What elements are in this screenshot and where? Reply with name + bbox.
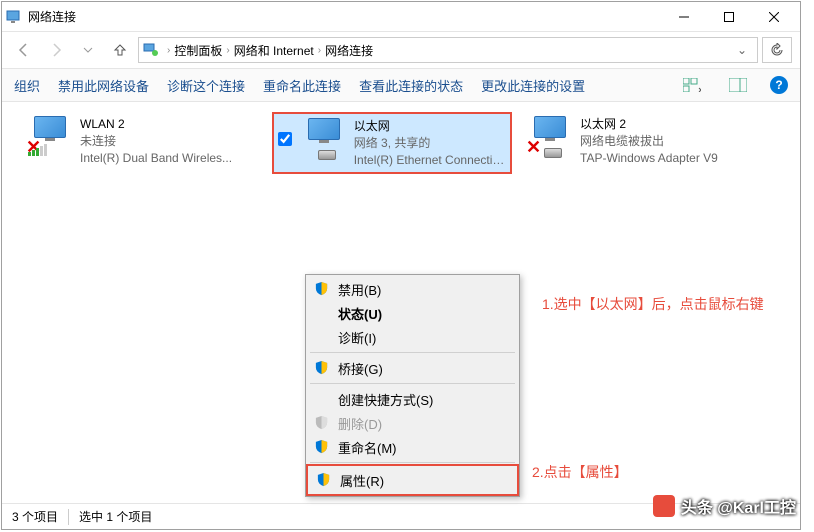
menu-label: 属性(R) (340, 471, 384, 490)
shield-icon (314, 360, 330, 376)
menu-status[interactable]: 状态(U) (308, 301, 517, 325)
toolbar-diagnose[interactable]: 诊断这个连接 (167, 76, 245, 95)
menu-shortcut[interactable]: 创建快捷方式(S) (308, 387, 517, 411)
connection-ethernet2[interactable]: ✕ 以太网 2 网络电缆被拔出 TAP-Windows Adapter V9 (522, 112, 762, 170)
selection-checkbox[interactable] (278, 118, 294, 168)
recent-dropdown[interactable] (74, 36, 102, 64)
breadcrumb-seg[interactable]: 网络和 Internet (234, 42, 314, 59)
up-button[interactable] (106, 36, 134, 64)
watermark-icon (653, 495, 675, 517)
connection-device: Intel(R) Dual Band Wireles... (80, 150, 232, 167)
menu-label: 创建快捷方式(S) (338, 390, 433, 409)
navbar: › 控制面板 › 网络和 Internet › 网络连接 ⌄ (2, 32, 800, 68)
annotation-step2: 2.点击【属性】 (532, 462, 628, 482)
connection-name: 以太网 2 (580, 116, 718, 133)
content-area: ✕ WLAN 2 未连接 Intel(R) Dual Band Wireles.… (2, 102, 800, 503)
ethernet-adapter-icon: ✕ (526, 116, 574, 160)
chevron-down-icon[interactable]: ⌄ (731, 43, 753, 57)
connection-name: 以太网 (354, 118, 506, 135)
titlebar: 网络连接 (2, 2, 800, 32)
status-count: 3 个项目 (12, 508, 58, 525)
toolbar-disable[interactable]: 禁用此网络设备 (58, 76, 149, 95)
connection-device: TAP-Windows Adapter V9 (580, 150, 718, 167)
view-icon[interactable] (678, 75, 706, 95)
app-icon (6, 9, 22, 25)
annotation-step1: 1.选中【以太网】后，点击鼠标右键 (542, 294, 764, 314)
breadcrumb-seg[interactable]: 控制面板 (174, 42, 222, 59)
menu-label: 禁用(B) (338, 280, 381, 299)
breadcrumb[interactable]: › 控制面板 › 网络和 Internet › 网络连接 ⌄ (138, 37, 758, 63)
menu-separator (310, 462, 515, 463)
preview-icon[interactable] (724, 75, 752, 95)
menu-separator (310, 383, 515, 384)
connection-ethernet[interactable]: 以太网 网络 3, 共享的 Intel(R) Ethernet Connecti… (272, 112, 512, 174)
connection-wlan2[interactable]: ✕ WLAN 2 未连接 Intel(R) Dual Band Wireles.… (22, 112, 262, 170)
breadcrumb-seg[interactable]: 网络连接 (325, 42, 373, 59)
window-title: 网络连接 (28, 8, 661, 25)
chevron-right-icon: › (318, 45, 321, 56)
maximize-button[interactable] (706, 2, 751, 31)
connection-name: WLAN 2 (80, 116, 232, 133)
menu-label: 状态(U) (338, 304, 382, 323)
close-button[interactable] (751, 2, 796, 31)
connection-status: 网络电缆被拔出 (580, 133, 718, 150)
status-selected: 选中 1 个项目 (79, 508, 152, 525)
shield-icon (314, 439, 330, 455)
menu-delete: 删除(D) (308, 411, 517, 435)
menu-properties[interactable]: 属性(R) (310, 468, 515, 492)
toolbar-change[interactable]: 更改此连接的设置 (481, 76, 585, 95)
toolbar-rename[interactable]: 重命名此连接 (263, 76, 341, 95)
context-menu: 禁用(B) 状态(U) 诊断(I) 桥接(G) 创建快捷方式(S) (305, 274, 520, 497)
menu-label: 重命名(M) (338, 438, 397, 457)
toolbar-organize[interactable]: 组织 (14, 76, 40, 95)
chevron-right-icon: › (167, 45, 170, 56)
shield-icon (314, 281, 330, 297)
menu-label: 诊断(I) (338, 328, 376, 347)
chevron-right-icon: › (226, 45, 229, 56)
menu-label: 删除(D) (338, 414, 382, 433)
refresh-button[interactable] (762, 37, 792, 63)
menu-disable[interactable]: 禁用(B) (308, 277, 517, 301)
toolbar: 组织 禁用此网络设备 诊断这个连接 重命名此连接 查看此连接的状态 更改此连接的… (2, 68, 800, 102)
minimize-button[interactable] (661, 2, 706, 31)
menu-diagnose[interactable]: 诊断(I) (308, 325, 517, 349)
watermark: 头条 @Karl工控 (653, 494, 796, 518)
menu-label: 桥接(G) (338, 359, 383, 378)
menu-separator (310, 352, 515, 353)
back-button[interactable] (10, 36, 38, 64)
toolbar-status[interactable]: 查看此连接的状态 (359, 76, 463, 95)
network-icon (143, 42, 159, 58)
shield-icon (314, 415, 330, 431)
connection-device: Intel(R) Ethernet Connectio... (354, 152, 506, 169)
shield-icon (316, 472, 332, 488)
ethernet-adapter-icon (300, 118, 348, 162)
menu-bridge[interactable]: 桥接(G) (308, 356, 517, 380)
watermark-text: 头条 @Karl工控 (681, 494, 796, 518)
connection-status: 未连接 (80, 133, 232, 150)
connection-status: 网络 3, 共享的 (354, 135, 506, 152)
menu-rename[interactable]: 重命名(M) (308, 435, 517, 459)
forward-button[interactable] (42, 36, 70, 64)
help-icon[interactable]: ? (770, 76, 788, 94)
wifi-adapter-icon: ✕ (26, 116, 74, 160)
